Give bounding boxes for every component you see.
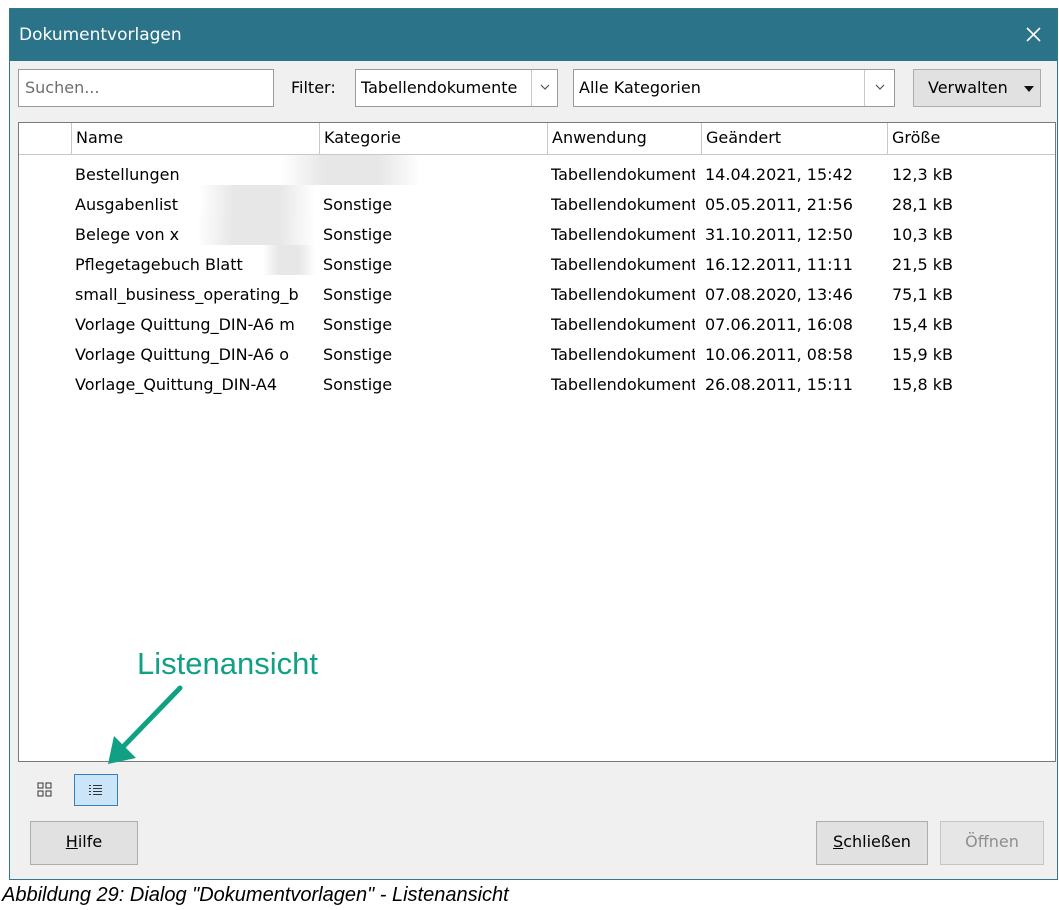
cell-modified: 16.12.2011, 11:11 bbox=[705, 255, 853, 274]
help-mnemonic: H bbox=[65, 832, 78, 851]
cell-app: Tabellendokumente bbox=[551, 375, 695, 394]
cell-size: 12,3 kB bbox=[892, 165, 953, 184]
filter-value: Tabellendokumente bbox=[361, 78, 518, 97]
chevron-down-icon[interactable] bbox=[864, 70, 894, 106]
redaction-overlay bbox=[281, 155, 421, 185]
cell-name: Vorlage Quittung_DIN-A6 m bbox=[75, 315, 295, 334]
cell-app: Tabellendokumente bbox=[551, 195, 695, 214]
close-label-rest: chließen bbox=[843, 832, 911, 851]
cell-app: Tabellendokumente bbox=[551, 225, 695, 244]
table-row[interactable]: Ausgabenlist Sonstige Tabellendokumente 05.… bbox=[19, 190, 1055, 220]
search-box[interactable] bbox=[18, 69, 274, 107]
title-bar: Dokumentvorlagen bbox=[10, 9, 1057, 61]
cell-category: Sonstige bbox=[323, 195, 393, 214]
redaction-overlay bbox=[199, 185, 315, 215]
cell-modified: 07.08.2020, 13:46 bbox=[705, 285, 853, 304]
close-icon[interactable] bbox=[1015, 17, 1051, 53]
table-row[interactable]: Vorlage Quittung_DIN-A6 m Sonstige Tabelle… bbox=[19, 310, 1055, 340]
cell-name: Vorlage_Quittung_DIN-A4 bbox=[75, 375, 278, 394]
close-label: Schließen bbox=[833, 832, 911, 851]
cell-size: 28,1 kB bbox=[892, 195, 953, 214]
annotation-label: Listenansicht bbox=[137, 646, 318, 681]
cell-app: Tabellendokumente bbox=[551, 315, 695, 334]
cell-size: 75,1 kB bbox=[892, 285, 953, 304]
annotation-arrow-icon bbox=[108, 685, 183, 764]
redaction-overlay bbox=[197, 215, 315, 245]
help-button[interactable]: Hilfe bbox=[30, 821, 138, 865]
open-label: Öffnen bbox=[965, 832, 1019, 851]
column-header-size[interactable]: Größe bbox=[887, 123, 1055, 154]
cell-category: Sonstige bbox=[323, 345, 393, 364]
cell-app: Tabellendokumente bbox=[551, 165, 695, 184]
filter-dropdown[interactable]: Tabellendokumente bbox=[355, 69, 558, 107]
cell-size: 15,9 kB bbox=[892, 345, 953, 364]
grid-view-button[interactable] bbox=[24, 774, 68, 806]
search-input[interactable] bbox=[19, 70, 271, 104]
column-header-name[interactable]: Name bbox=[71, 123, 319, 154]
column-header-category[interactable]: Kategorie bbox=[319, 123, 547, 154]
table-header: Name Kategorie Anwendung Geändert Größe bbox=[19, 123, 1055, 155]
dialog-title: Dokumentvorlagen bbox=[19, 25, 182, 45]
cell-size: 21,5 kB bbox=[892, 255, 953, 274]
list-view-icon bbox=[89, 785, 102, 795]
figure-caption: Abbildung 29: Dialog "Dokumentvorlagen" … bbox=[2, 884, 509, 906]
table-row[interactable]: Vorlage_Quittung_DIN-A4 Sonstige Tabellend… bbox=[19, 370, 1055, 400]
cell-modified: 07.06.2011, 16:08 bbox=[705, 315, 853, 334]
cell-modified: 31.10.2011, 12:50 bbox=[705, 225, 853, 244]
cell-modified: 05.05.2011, 21:56 bbox=[705, 195, 853, 214]
table-row[interactable]: Bestellungen Tabellendokumente 14.04.2021,… bbox=[19, 160, 1055, 190]
close-button[interactable]: Schließen bbox=[816, 821, 928, 865]
cell-app: Tabellendokumente bbox=[551, 285, 695, 304]
cell-size: 15,8 kB bbox=[892, 375, 953, 394]
table-row[interactable]: Pflegetagebuch Blatt Sonstige Tabellendoku… bbox=[19, 250, 1055, 280]
column-header-application[interactable]: Anwendung bbox=[547, 123, 701, 154]
cell-app: Tabellendokumente bbox=[551, 255, 695, 274]
filter-label: Filter: bbox=[291, 78, 336, 97]
list-view-button[interactable] bbox=[74, 774, 118, 806]
open-button[interactable]: Öffnen bbox=[940, 821, 1044, 865]
category-value: Alle Kategorien bbox=[579, 78, 701, 97]
manage-label: Verwalten bbox=[928, 78, 1008, 97]
column-header-modified[interactable]: Geändert bbox=[701, 123, 887, 154]
close-mnemonic: S bbox=[833, 832, 844, 851]
grid-view-icon bbox=[37, 782, 52, 797]
cell-name: small_business_operating_b bbox=[75, 285, 299, 304]
help-label: Hilfe bbox=[66, 832, 102, 851]
manage-button[interactable]: Verwalten bbox=[913, 69, 1041, 107]
table-row[interactable]: small_business_operating_b Sonstige Tabell… bbox=[19, 280, 1055, 310]
category-dropdown[interactable]: Alle Kategorien bbox=[573, 69, 895, 107]
dropdown-arrow-icon bbox=[1024, 86, 1034, 92]
table-row[interactable]: Belege von x Sonstige Tabellendokumente 31.… bbox=[19, 220, 1055, 250]
cell-category: Sonstige bbox=[323, 375, 393, 394]
cell-category: Sonstige bbox=[323, 285, 393, 304]
cell-size: 15,4 kB bbox=[892, 315, 953, 334]
help-label-rest: ilfe bbox=[77, 832, 103, 851]
cell-modified: 10.06.2011, 08:58 bbox=[705, 345, 853, 364]
cell-modified: 14.04.2021, 15:42 bbox=[705, 165, 853, 184]
cell-app: Tabellendokumente bbox=[551, 345, 695, 364]
table-row[interactable]: Vorlage Quittung_DIN-A6 o Sonstige Tabelle… bbox=[19, 340, 1055, 370]
cell-category: Sonstige bbox=[323, 255, 393, 274]
cell-name: Vorlage Quittung_DIN-A6 o bbox=[75, 345, 289, 364]
cell-size: 10,3 kB bbox=[892, 225, 953, 244]
cell-category: Sonstige bbox=[323, 225, 393, 244]
cell-category: Sonstige bbox=[323, 315, 393, 334]
redaction-overlay bbox=[263, 245, 315, 275]
chevron-down-icon[interactable] bbox=[531, 70, 557, 106]
cell-modified: 26.08.2011, 15:11 bbox=[705, 375, 853, 394]
